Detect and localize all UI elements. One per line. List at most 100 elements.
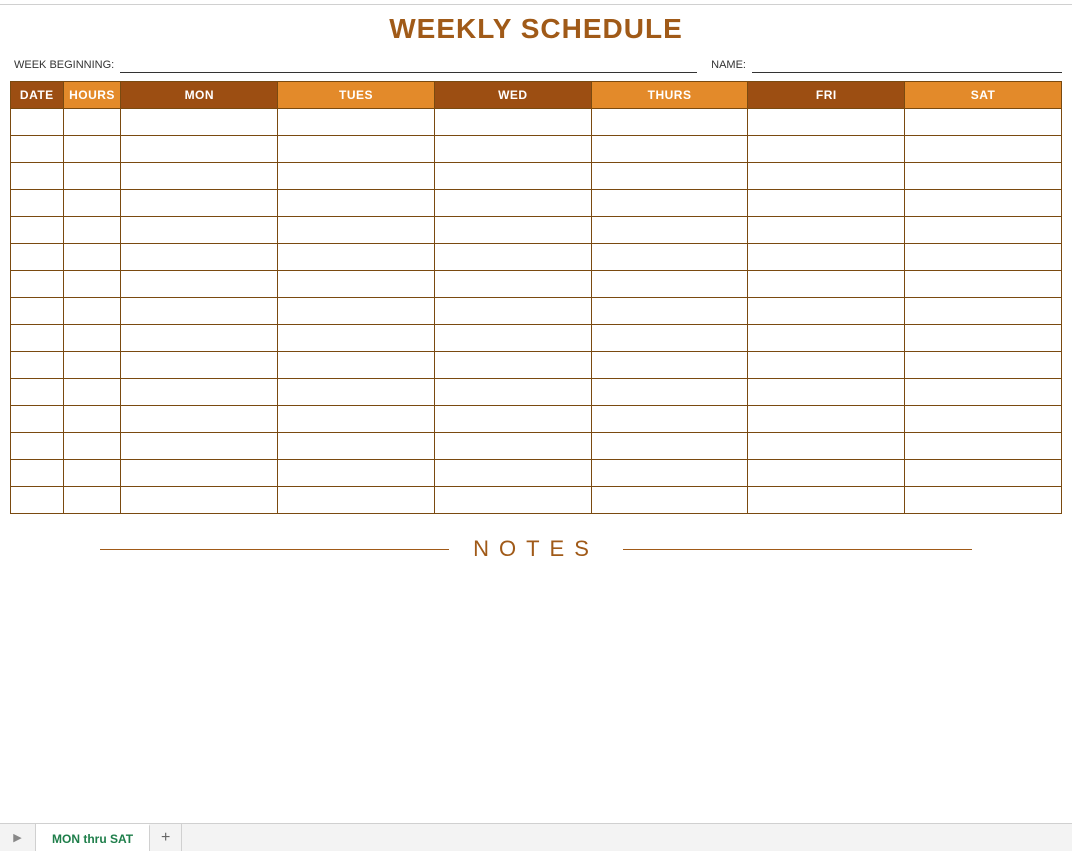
table-cell[interactable] — [905, 433, 1062, 460]
table-cell[interactable] — [591, 325, 748, 352]
table-cell[interactable] — [121, 406, 278, 433]
name-input[interactable] — [752, 57, 1062, 73]
table-cell[interactable] — [905, 352, 1062, 379]
table-cell[interactable] — [63, 271, 121, 298]
table-cell[interactable] — [591, 352, 748, 379]
table-cell[interactable] — [278, 406, 435, 433]
table-cell[interactable] — [434, 136, 591, 163]
table-cell[interactable] — [591, 244, 748, 271]
table-cell[interactable] — [905, 244, 1062, 271]
table-cell[interactable] — [748, 325, 905, 352]
table-cell[interactable] — [434, 352, 591, 379]
table-cell[interactable] — [434, 109, 591, 136]
table-cell[interactable] — [905, 163, 1062, 190]
table-cell[interactable] — [905, 190, 1062, 217]
table-cell[interactable] — [434, 460, 591, 487]
table-cell[interactable] — [434, 433, 591, 460]
table-cell[interactable] — [748, 379, 905, 406]
table-cell[interactable] — [434, 487, 591, 514]
table-cell[interactable] — [905, 271, 1062, 298]
table-cell[interactable] — [121, 352, 278, 379]
table-cell[interactable] — [63, 244, 121, 271]
table-cell[interactable] — [278, 460, 435, 487]
table-cell[interactable] — [121, 190, 278, 217]
table-cell[interactable] — [11, 136, 64, 163]
table-cell[interactable] — [278, 217, 435, 244]
table-cell[interactable] — [905, 325, 1062, 352]
table-cell[interactable] — [748, 190, 905, 217]
table-cell[interactable] — [278, 487, 435, 514]
table-cell[interactable] — [748, 217, 905, 244]
week-beginning-input[interactable] — [120, 57, 697, 73]
table-cell[interactable] — [121, 298, 278, 325]
table-cell[interactable] — [278, 379, 435, 406]
table-cell[interactable] — [748, 163, 905, 190]
table-cell[interactable] — [11, 271, 64, 298]
table-cell[interactable] — [905, 379, 1062, 406]
table-cell[interactable] — [11, 433, 64, 460]
table-cell[interactable] — [11, 298, 64, 325]
table-cell[interactable] — [63, 163, 121, 190]
table-cell[interactable] — [121, 325, 278, 352]
table-cell[interactable] — [278, 352, 435, 379]
table-cell[interactable] — [905, 109, 1062, 136]
table-cell[interactable] — [591, 433, 748, 460]
table-cell[interactable] — [121, 460, 278, 487]
table-cell[interactable] — [63, 379, 121, 406]
table-cell[interactable] — [591, 109, 748, 136]
table-cell[interactable] — [11, 325, 64, 352]
table-cell[interactable] — [11, 487, 64, 514]
table-cell[interactable] — [748, 109, 905, 136]
table-cell[interactable] — [278, 109, 435, 136]
table-cell[interactable] — [434, 217, 591, 244]
table-cell[interactable] — [905, 136, 1062, 163]
table-cell[interactable] — [63, 217, 121, 244]
table-cell[interactable] — [121, 379, 278, 406]
table-cell[interactable] — [278, 136, 435, 163]
table-cell[interactable] — [63, 109, 121, 136]
table-cell[interactable] — [591, 406, 748, 433]
table-cell[interactable] — [905, 460, 1062, 487]
table-cell[interactable] — [63, 460, 121, 487]
table-cell[interactable] — [591, 190, 748, 217]
table-cell[interactable] — [121, 163, 278, 190]
table-cell[interactable] — [434, 163, 591, 190]
table-cell[interactable] — [121, 487, 278, 514]
table-cell[interactable] — [121, 217, 278, 244]
table-cell[interactable] — [11, 217, 64, 244]
table-cell[interactable] — [905, 298, 1062, 325]
table-cell[interactable] — [434, 244, 591, 271]
table-cell[interactable] — [278, 298, 435, 325]
table-cell[interactable] — [63, 298, 121, 325]
table-cell[interactable] — [591, 271, 748, 298]
table-cell[interactable] — [591, 136, 748, 163]
table-cell[interactable] — [278, 325, 435, 352]
table-cell[interactable] — [748, 298, 905, 325]
table-cell[interactable] — [591, 163, 748, 190]
table-cell[interactable] — [63, 136, 121, 163]
table-cell[interactable] — [905, 217, 1062, 244]
table-cell[interactable] — [905, 487, 1062, 514]
table-cell[interactable] — [434, 190, 591, 217]
table-cell[interactable] — [63, 325, 121, 352]
table-cell[interactable] — [748, 460, 905, 487]
table-cell[interactable] — [11, 163, 64, 190]
table-cell[interactable] — [63, 433, 121, 460]
table-cell[interactable] — [11, 109, 64, 136]
table-cell[interactable] — [11, 190, 64, 217]
table-cell[interactable] — [434, 379, 591, 406]
table-cell[interactable] — [591, 379, 748, 406]
table-cell[interactable] — [63, 190, 121, 217]
table-cell[interactable] — [434, 325, 591, 352]
table-cell[interactable] — [434, 271, 591, 298]
table-cell[interactable] — [121, 109, 278, 136]
table-cell[interactable] — [121, 244, 278, 271]
table-cell[interactable] — [11, 244, 64, 271]
table-cell[interactable] — [748, 271, 905, 298]
table-cell[interactable] — [278, 163, 435, 190]
table-cell[interactable] — [121, 271, 278, 298]
table-cell[interactable] — [63, 487, 121, 514]
table-cell[interactable] — [748, 352, 905, 379]
table-cell[interactable] — [748, 244, 905, 271]
table-cell[interactable] — [591, 460, 748, 487]
